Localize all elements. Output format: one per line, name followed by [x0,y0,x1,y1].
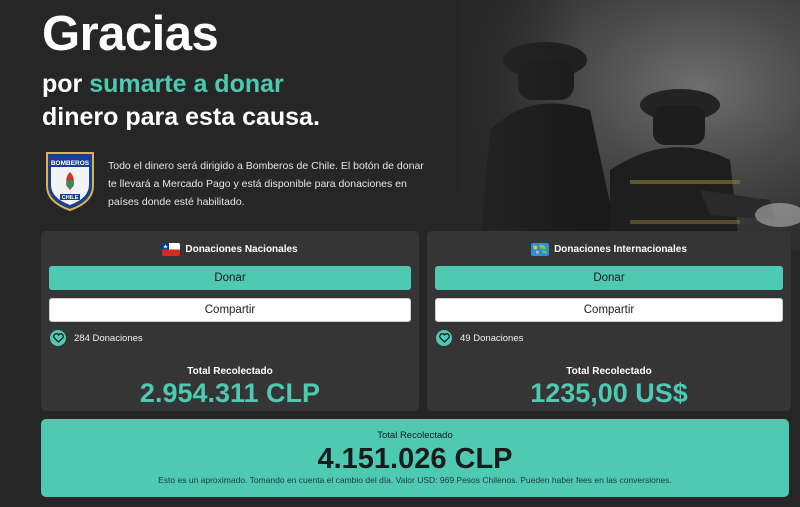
national-share-button[interactable]: Compartir [49,298,411,322]
national-total-label: Total Recolectado [187,366,273,377]
international-card-header: Donaciones Internacionales [427,241,791,257]
international-donate-button[interactable]: Donar [435,266,783,290]
bomberos-chile-logo: BOMBEROS CHILE [44,150,96,212]
national-count-text: 284 Donaciones [74,332,143,344]
international-total-label: Total Recolectado [566,366,652,377]
national-donations-card: Donaciones Nacionales Donar Compartir 28… [41,231,419,411]
chile-flag-icon [162,242,181,256]
international-donations-card: Donaciones Internacionales Donar Compart… [427,231,791,411]
international-total-value: 1235,00 US$ [530,378,688,408]
grand-total-note: Esto es un aproximado. Tomando en cuenta… [158,475,672,485]
grand-total-label: Total Recolectado [377,430,453,441]
heart-hand-icon [50,330,66,346]
grand-total-panel: Total Recolectado 4.151.026 CLP Esto es … [41,419,789,497]
grand-total-value: 4.151.026 CLP [317,443,513,475]
svg-text:CHILE: CHILE [62,195,79,201]
national-donate-button[interactable]: Donar [49,266,411,290]
national-card-header: Donaciones Nacionales [41,241,419,257]
national-total-value: 2.954.311 CLP [139,378,321,408]
page-title: Gracias [42,7,219,61]
subtitle-accent: sumarte a donar [89,70,284,98]
international-count-text: 49 Donaciones [460,332,524,344]
subtitle-line-2: dinero para esta causa. [42,103,320,131]
international-donations-count: 49 Donaciones [436,330,523,346]
international-card-title: Donaciones Internacionales [554,243,687,255]
international-share-button[interactable]: Compartir [435,298,783,322]
subtitle-prefix: por [42,70,83,98]
subtitle-line-1: por sumarte a donar [42,70,284,99]
description-text: Todo el dinero será dirigido a Bomberos … [108,160,424,208]
national-card-title: Donaciones Nacionales [185,243,298,255]
heart-hand-icon [436,330,452,346]
world-map-icon [531,242,550,256]
svg-text:BOMBEROS: BOMBEROS [51,160,90,167]
national-donations-count: 284 Donaciones [50,330,143,346]
